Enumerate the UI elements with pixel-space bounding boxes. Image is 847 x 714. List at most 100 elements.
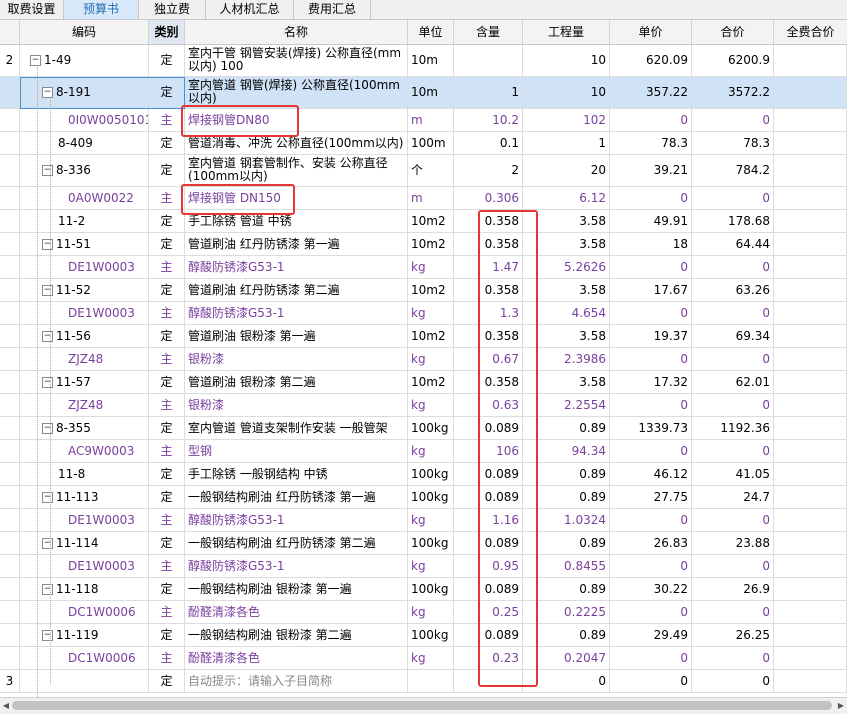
cell-type[interactable]: 定 xyxy=(149,132,185,154)
table-row[interactable]: −11-57 定管道刷油 银粉漆 第二遍 10m2 0.358 3.58 17.32 62.… xyxy=(0,371,847,394)
cell-total-full[interactable] xyxy=(774,302,847,324)
cell-code[interactable]: DE1W0003 xyxy=(20,256,149,278)
cell-code[interactable]: −8-336 xyxy=(20,155,149,186)
table-row[interactable]: 2−1-49 定室内干管 钢管安装(焊接) 公称直径(mm以内) 100 10m 10… xyxy=(0,45,847,77)
header-code[interactable]: 编码 xyxy=(20,20,149,44)
table-row[interactable]: −11-119 定一般钢结构刷油 银粉漆 第二遍 100kg 0.089 0.89 29.… xyxy=(0,624,847,647)
cell-type[interactable]: 定 xyxy=(149,532,185,554)
table-row[interactable]: 3 定自动提示：请输入子目简称 0 0 0 xyxy=(0,670,847,693)
cell-unit[interactable]: m xyxy=(408,109,454,131)
cell-total[interactable]: 0 xyxy=(692,109,774,131)
table-row[interactable]: ZJZ48 主银粉漆 kg 0.63 2.2554 0 0 xyxy=(0,394,847,417)
cell-content[interactable]: 0.089 xyxy=(454,486,523,508)
cell-no[interactable] xyxy=(0,233,20,255)
cell-code[interactable]: DE1W0003 xyxy=(20,509,149,531)
cell-name[interactable]: 室内干管 钢管安装(焊接) 公称直径(mm以内) 100 xyxy=(185,45,408,76)
cell-content[interactable]: 0.95 xyxy=(454,555,523,577)
cell-qty[interactable]: 102 xyxy=(523,109,610,131)
cell-no[interactable] xyxy=(0,555,20,577)
cell-no[interactable] xyxy=(0,532,20,554)
cell-unit[interactable]: 个 xyxy=(408,155,454,186)
cell-unit[interactable]: 100kg xyxy=(408,463,454,485)
cell-no[interactable] xyxy=(0,187,20,209)
cell-unit[interactable]: kg xyxy=(408,394,454,416)
cell-total[interactable]: 24.7 xyxy=(692,486,774,508)
cell-name[interactable]: 一般钢结构刷油 银粉漆 第一遍 xyxy=(185,578,408,600)
collapse-icon[interactable]: − xyxy=(42,377,53,388)
cell-content[interactable]: 1.47 xyxy=(454,256,523,278)
table-row[interactable]: 11-2 定手工除锈 管道 中锈 10m2 0.358 3.58 49.91 178.68 xyxy=(0,210,847,233)
collapse-icon[interactable]: − xyxy=(42,492,53,503)
collapse-icon[interactable]: − xyxy=(30,55,41,66)
cell-code[interactable] xyxy=(20,670,149,692)
header-type[interactable]: 类别 xyxy=(149,20,185,44)
cell-price[interactable]: 46.12 xyxy=(610,463,692,485)
cell-price[interactable]: 17.32 xyxy=(610,371,692,393)
cell-name[interactable]: 管道刷油 红丹防锈漆 第二遍 xyxy=(185,279,408,301)
cell-content[interactable]: 1.3 xyxy=(454,302,523,324)
table-row[interactable]: 0I0W0050101 主焊接钢管DN80 m 10.2 102 0 0 xyxy=(0,109,847,132)
scroll-right-icon[interactable]: ▶ xyxy=(836,700,846,711)
collapse-icon[interactable]: − xyxy=(42,538,53,549)
cell-total-full[interactable] xyxy=(774,647,847,669)
cell-name[interactable]: 银粉漆 xyxy=(185,348,408,370)
cell-no[interactable] xyxy=(0,109,20,131)
cell-unit[interactable]: kg xyxy=(408,440,454,462)
cell-qty[interactable]: 6.12 xyxy=(523,187,610,209)
cell-price[interactable]: 30.22 xyxy=(610,578,692,600)
cell-total[interactable]: 26.9 xyxy=(692,578,774,600)
cell-total-full[interactable] xyxy=(774,532,847,554)
cell-no[interactable] xyxy=(0,578,20,600)
cell-qty[interactable]: 4.654 xyxy=(523,302,610,324)
table-row[interactable]: −8-336 定室内管道 钢套管制作、安装 公称直径(100mm以内) 个 2 20 39… xyxy=(0,155,847,187)
cell-price[interactable]: 29.49 xyxy=(610,624,692,646)
cell-no[interactable] xyxy=(0,486,20,508)
cell-name[interactable]: 管道刷油 红丹防锈漆 第一遍 xyxy=(185,233,408,255)
cell-no[interactable] xyxy=(0,371,20,393)
cell-unit[interactable]: kg xyxy=(408,302,454,324)
cell-type[interactable]: 定 xyxy=(149,325,185,347)
cell-type[interactable]: 定 xyxy=(149,417,185,439)
cell-price[interactable]: 49.91 xyxy=(610,210,692,232)
cell-qty[interactable]: 0.89 xyxy=(523,532,610,554)
cell-price[interactable]: 0 xyxy=(610,256,692,278)
header-total-full[interactable]: 全费合价 xyxy=(774,20,847,44)
cell-name[interactable]: 醇酸防锈漆G53-1 xyxy=(185,256,408,278)
cell-total-full[interactable] xyxy=(774,601,847,623)
tab-2[interactable]: 独立费 xyxy=(139,0,206,19)
cell-qty[interactable]: 2.2554 xyxy=(523,394,610,416)
cell-unit[interactable]: 100m xyxy=(408,132,454,154)
table-row[interactable]: DE1W0003 主醇酸防锈漆G53-1 kg 1.3 4.654 0 0 xyxy=(0,302,847,325)
cell-type[interactable]: 定 xyxy=(149,670,185,692)
cell-unit[interactable]: kg xyxy=(408,647,454,669)
table-row[interactable]: DC1W0006 主酚醛清漆各色 kg 0.23 0.2047 0 0 xyxy=(0,647,847,670)
cell-code[interactable]: −11-56 xyxy=(20,325,149,347)
cell-total[interactable]: 178.68 xyxy=(692,210,774,232)
cell-content[interactable]: 1.16 xyxy=(454,509,523,531)
header-unit[interactable]: 单位 xyxy=(408,20,454,44)
cell-total[interactable]: 0 xyxy=(692,647,774,669)
header-content[interactable]: 含量 xyxy=(454,20,523,44)
cell-total[interactable]: 62.01 xyxy=(692,371,774,393)
cell-name[interactable]: 管道消毒、冲洗 公称直径(100mm以内) xyxy=(185,132,408,154)
cell-no[interactable] xyxy=(0,155,20,186)
table-row[interactable]: −11-113 定一般钢结构刷油 红丹防锈漆 第一遍 100kg 0.089 0.89 2… xyxy=(0,486,847,509)
cell-code[interactable]: 0I0W0050101 xyxy=(20,109,149,131)
collapse-icon[interactable]: − xyxy=(42,87,53,98)
cell-qty[interactable]: 0.8455 xyxy=(523,555,610,577)
cell-no[interactable] xyxy=(0,256,20,278)
table-row[interactable]: DE1W0003 主醇酸防锈漆G53-1 kg 1.16 1.0324 0 0 xyxy=(0,509,847,532)
cell-unit[interactable]: 10m xyxy=(408,45,454,76)
cell-total-full[interactable] xyxy=(774,109,847,131)
cell-type[interactable]: 主 xyxy=(149,109,185,131)
header-name[interactable]: 名称 xyxy=(185,20,408,44)
header-price[interactable]: 单价 xyxy=(610,20,692,44)
cell-content[interactable]: 0.089 xyxy=(454,463,523,485)
cell-total[interactable]: 41.05 xyxy=(692,463,774,485)
table-row[interactable]: −11-51 定管道刷油 红丹防锈漆 第一遍 10m2 0.358 3.58 18 64.4… xyxy=(0,233,847,256)
cell-qty[interactable]: 0.89 xyxy=(523,578,610,600)
cell-unit[interactable]: m xyxy=(408,187,454,209)
cell-qty[interactable]: 2.3986 xyxy=(523,348,610,370)
cell-content[interactable]: 0.089 xyxy=(454,624,523,646)
cell-total-full[interactable] xyxy=(774,394,847,416)
